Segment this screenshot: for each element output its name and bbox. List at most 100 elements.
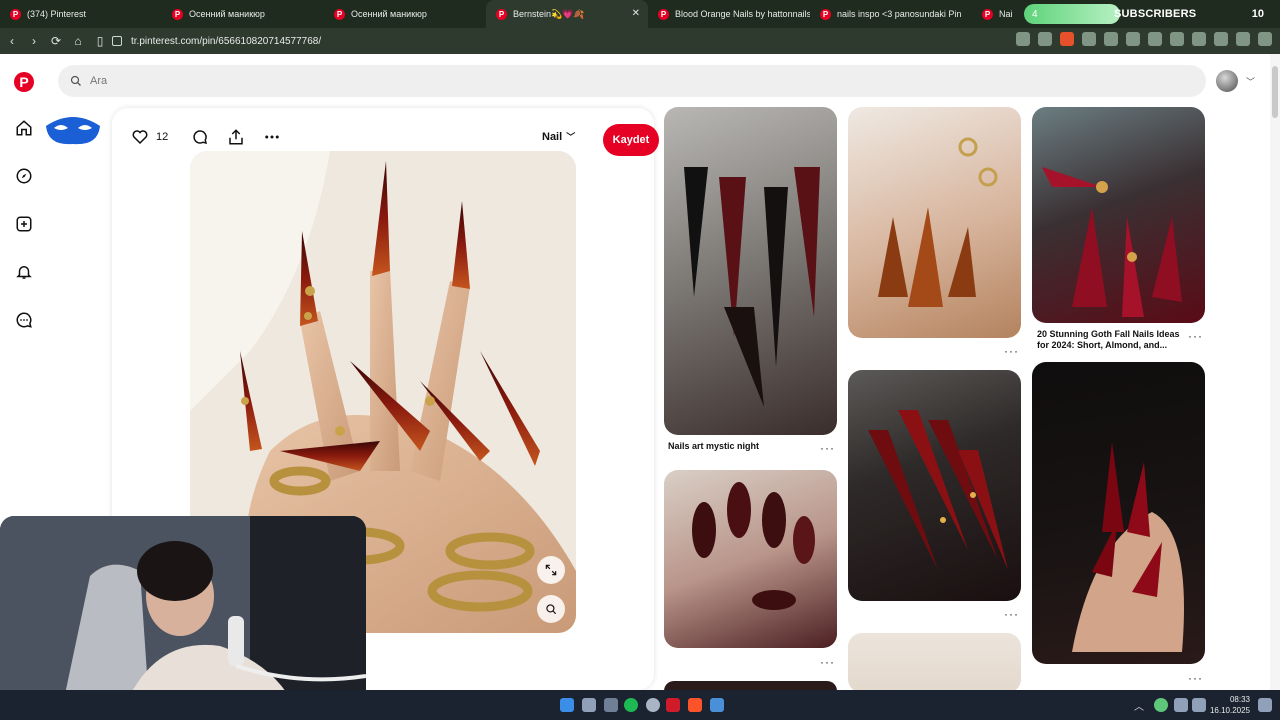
tab-nails-inspo[interactable]: Pnails inspo <3 panosundaki Pin [810, 0, 972, 28]
music-icon[interactable] [1214, 32, 1228, 46]
notifications-bell-icon[interactable] [14, 262, 34, 282]
obs-icon[interactable] [646, 698, 660, 712]
clock-time: 08:33 [1229, 695, 1250, 704]
create-plus-icon[interactable] [14, 214, 34, 234]
tab-osenniy-2[interactable]: P Осенний маникюр [324, 0, 486, 28]
brave-browser-icon[interactable] [688, 698, 702, 712]
tab-bernstein[interactable]: P Bernstein💫💗🍂 ✕ [486, 0, 648, 28]
pinterest-favicon-icon: P [334, 8, 345, 20]
sidebar-icon[interactable] [1192, 32, 1206, 46]
home-nav-icon[interactable] [14, 118, 34, 138]
pin-card[interactable] [848, 107, 1021, 338]
more-options-icon[interactable] [262, 127, 282, 147]
expand-icon[interactable] [537, 556, 565, 584]
system-clock[interactable]: 08:33 16.10.2025 [1210, 694, 1250, 716]
more-options-icon[interactable]: ··· [820, 655, 835, 669]
vpn-icon[interactable] [1236, 32, 1250, 46]
forward-icon[interactable]: › [24, 31, 44, 51]
pin-caption[interactable]: Nails art mystic night [668, 441, 808, 452]
share-upload-icon[interactable] [226, 127, 246, 147]
board-select-label: Nail [542, 130, 563, 143]
pin-caption[interactable]: 20 Stunning Goth Fall Nails Ideas for 20… [1037, 329, 1187, 351]
chevron-up-icon[interactable]: ︿ [1134, 698, 1148, 713]
pinterest-favicon-icon: P [172, 8, 183, 20]
toolbar-extensions [1016, 32, 1272, 46]
more-options-icon[interactable]: ··· [1188, 329, 1203, 343]
more-options-icon[interactable]: ··· [820, 441, 835, 455]
visual-search-icon[interactable] [537, 595, 565, 623]
tab-nails-e[interactable]: P Nails e [972, 0, 1012, 28]
download-icon[interactable] [604, 698, 618, 712]
pin-actions-bar: 12 Nail ﹀ Kaydet [130, 120, 659, 156]
tab-title: Осенний маникюр [351, 9, 427, 19]
tab-close-icon[interactable]: ✕ [632, 8, 640, 19]
heart-icon[interactable] [130, 127, 150, 147]
spotify-icon[interactable] [624, 698, 638, 712]
share-icon[interactable] [1038, 32, 1052, 46]
pin-card[interactable] [848, 370, 1021, 601]
pinterest-favicon-icon: P [820, 8, 831, 20]
bookmark-icon[interactable]: ▯ [90, 31, 110, 51]
screen-cast-icon[interactable] [1016, 32, 1030, 46]
board-select[interactable]: Nail ﹀ [542, 130, 575, 143]
browser-toolbar: ‹ › ⟳ ⌂ ▯ tr.pinterest.com/pin/656610820… [0, 28, 1280, 54]
subscriber-label: SUBSCRIBERS [1114, 8, 1197, 20]
puzzle-icon[interactable] [1170, 32, 1184, 46]
messages-chat-icon[interactable] [14, 310, 34, 330]
address-bar[interactable]: tr.pinterest.com/pin/656610820714577768/ [112, 32, 992, 50]
more-options-icon[interactable]: ··· [1004, 607, 1019, 621]
volume-icon[interactable] [1192, 698, 1206, 712]
pin-image [878, 137, 998, 307]
back-icon[interactable]: ‹ [2, 31, 22, 51]
extension-icon[interactable] [1126, 32, 1140, 46]
profile-avatar[interactable] [1216, 70, 1238, 92]
tab-title: (374) Pinterest [27, 9, 87, 19]
scrollbar-thumb[interactable] [1272, 66, 1278, 118]
search-icon[interactable] [582, 698, 596, 712]
more-options-icon[interactable]: ··· [1004, 344, 1019, 358]
explore-compass-icon[interactable] [14, 166, 34, 186]
more-options-icon[interactable]: ··· [1188, 671, 1203, 685]
chevron-down-icon: ﹀ [566, 132, 576, 142]
windows-taskbar: ︿ 08:33 16.10.2025 [0, 690, 1280, 720]
tab-blood-orange[interactable]: P Blood Orange Nails by hattonnails o [648, 0, 810, 28]
pinterest-logo-icon[interactable]: P [14, 72, 34, 92]
page-scrollbar[interactable] [1270, 54, 1280, 690]
extension-icon[interactable] [1082, 32, 1096, 46]
account-chevron-down-icon[interactable]: ﹀ [1246, 75, 1255, 88]
notification-center-icon[interactable] [1258, 698, 1272, 712]
tab-title: Nails e [999, 9, 1012, 19]
pin-card[interactable] [1032, 362, 1205, 664]
pin-card[interactable] [848, 633, 1021, 693]
windows-start-icon[interactable] [560, 698, 574, 712]
reload-icon[interactable]: ⟳ [46, 31, 66, 51]
extension-icon[interactable] [1104, 32, 1118, 46]
brave-shield-icon[interactable] [1060, 32, 1074, 46]
pin-card[interactable] [1032, 107, 1205, 323]
paint-icon[interactable] [710, 698, 724, 712]
pinterest-favicon-icon: P [496, 8, 507, 20]
clock-date: 16.10.2025 [1209, 706, 1250, 715]
comment-icon[interactable] [190, 127, 210, 147]
like-count: 12 [156, 131, 169, 143]
pin-card[interactable] [664, 107, 837, 435]
pinterest-favicon-icon: P [982, 8, 993, 20]
network-icon[interactable] [1174, 698, 1188, 712]
app-icon[interactable] [666, 698, 680, 712]
site-info-icon[interactable] [112, 36, 122, 46]
save-button[interactable]: Kaydet [603, 124, 659, 156]
pin-image [868, 410, 1008, 570]
search-input[interactable]: Ara [58, 65, 1206, 97]
pin-image [692, 482, 815, 610]
pin-image [684, 167, 820, 407]
tab-osenniy-1[interactable]: P Осенний маникюр [162, 0, 324, 28]
menu-icon[interactable] [1258, 32, 1272, 46]
home-icon[interactable]: ⌂ [68, 31, 88, 51]
extension-icon[interactable] [1148, 32, 1162, 46]
microphone-icon[interactable] [1154, 698, 1168, 712]
mask-logo-icon [46, 117, 100, 145]
search-icon [70, 75, 81, 86]
pin-card[interactable] [664, 470, 837, 648]
tab-pinterest-home[interactable]: P (374) Pinterest [0, 0, 162, 28]
tab-title: Blood Orange Nails by hattonnails o [675, 9, 810, 19]
